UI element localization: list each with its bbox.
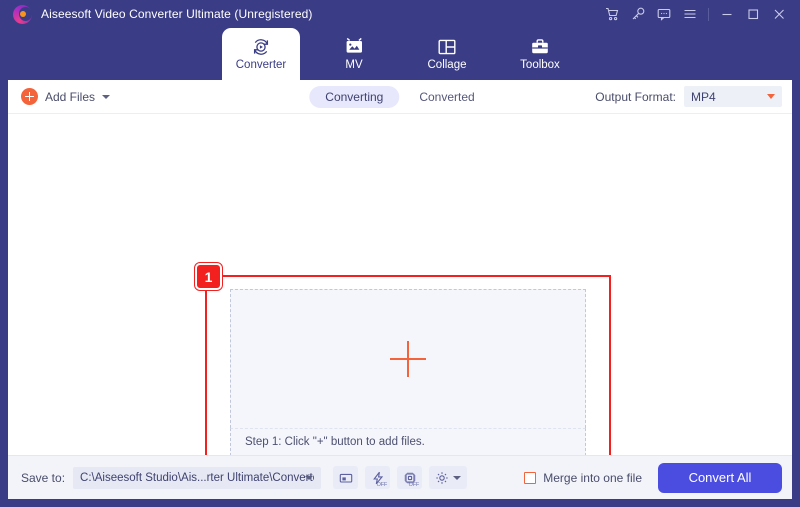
chevron-down-icon[interactable]: [102, 94, 111, 99]
output-format-label: Output Format:: [595, 89, 676, 104]
tab-converter-label: Converter: [235, 59, 287, 72]
bottom-right-group: Merge into one file Convert All: [524, 462, 782, 493]
tab-mv-label: MV: [345, 59, 363, 72]
cart-icon[interactable]: [599, 1, 625, 27]
collage-icon: [437, 36, 457, 57]
converter-toolbar: Add Files Converting Converted Output Fo…: [8, 80, 792, 114]
gpu-chip-state: OFF: [408, 482, 420, 488]
open-folder-icon[interactable]: [333, 466, 359, 489]
save-to-path-value: C:\Aiseesoft Studio\Ais...rter Ultimate\…: [80, 471, 315, 484]
toolbox-icon: [530, 36, 550, 57]
annotation-badge-1: 1: [195, 263, 222, 290]
converter-main-area: Step 1: Click "+" button to add files. S…: [8, 114, 792, 499]
hamburger-menu-icon[interactable]: [677, 1, 703, 27]
settings-gear-icon[interactable]: [429, 466, 468, 489]
tab-collage-label: Collage: [427, 59, 467, 72]
main-tab-bar: Converter MV Collage Toolbox: [0, 28, 800, 80]
gpu-chip-icon[interactable]: OFF: [397, 466, 423, 489]
chevron-down-icon: [767, 94, 775, 99]
aiseesoft-logo-icon: [13, 4, 32, 24]
tab-toolbox-label: Toolbox: [520, 59, 560, 72]
output-format-value: MP4: [691, 89, 716, 104]
tab-collage[interactable]: Collage: [408, 28, 486, 80]
window-controls: [599, 0, 792, 28]
merge-into-one-file-checkbox[interactable]: Merge into one file: [524, 471, 642, 485]
output-format-group: Output Format: MP4: [595, 86, 782, 107]
chevron-down-icon[interactable]: [305, 475, 314, 480]
add-files-label: Add Files: [45, 89, 96, 104]
maximize-icon[interactable]: [740, 1, 766, 27]
content-card: Add Files Converting Converted Output Fo…: [8, 80, 792, 499]
status-filter-group: Converting Converted: [309, 85, 490, 108]
mv-icon: [344, 36, 365, 57]
tab-toolbox[interactable]: Toolbox: [501, 28, 579, 80]
hardware-acceleration-state: OFF: [376, 482, 388, 488]
converter-icon: [251, 36, 271, 57]
app-window: Aiseesoft Video Converter Ultimate (Unre…: [0, 0, 800, 507]
tab-mv[interactable]: MV: [315, 28, 393, 80]
hardware-acceleration-icon[interactable]: OFF: [365, 466, 391, 489]
bottom-bar: Save to: C:\Aiseesoft Studio\Ais...rter …: [8, 455, 792, 499]
controls-divider: [708, 7, 709, 21]
app-title: Aiseesoft Video Converter Ultimate (Unre…: [41, 7, 313, 21]
add-files-button[interactable]: Add Files: [21, 88, 111, 105]
chat-icon[interactable]: [651, 1, 677, 27]
chevron-down-icon[interactable]: [453, 475, 462, 480]
close-icon[interactable]: [766, 1, 792, 27]
merge-label: Merge into one file: [543, 470, 642, 485]
minimize-icon[interactable]: [714, 1, 740, 27]
title-bar: Aiseesoft Video Converter Ultimate (Unre…: [0, 0, 800, 28]
save-to-path-input[interactable]: C:\Aiseesoft Studio\Ais...rter Ultimate\…: [73, 466, 322, 489]
convert-all-button[interactable]: Convert All: [658, 462, 782, 493]
key-icon[interactable]: [625, 1, 651, 27]
save-to-label: Save to:: [21, 470, 66, 485]
segment-converted[interactable]: Converted: [403, 86, 490, 108]
plus-circle-icon: [21, 88, 38, 105]
segment-converting[interactable]: Converting: [309, 85, 400, 108]
bottom-icon-group: OFF OFF: [333, 466, 468, 489]
checkbox-box[interactable]: [524, 471, 537, 484]
output-format-select[interactable]: MP4: [684, 86, 782, 107]
tab-converter[interactable]: Converter: [222, 28, 300, 80]
